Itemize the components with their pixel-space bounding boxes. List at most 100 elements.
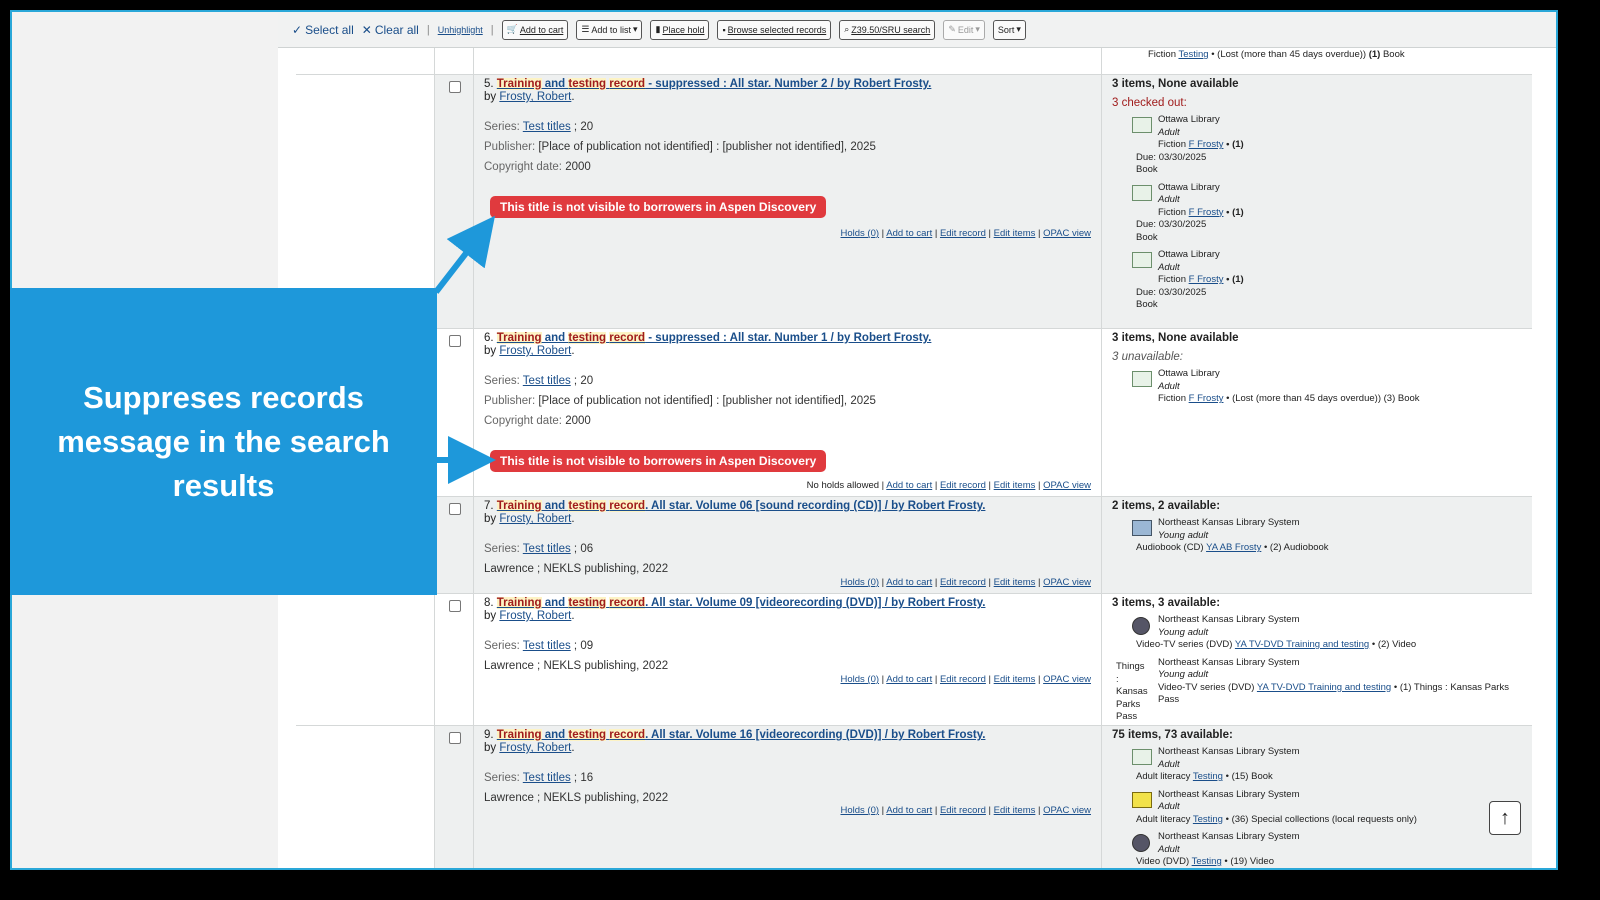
- edit-record-link[interactable]: Edit record: [940, 228, 986, 239]
- opac-view-link[interactable]: OPAC view: [1043, 480, 1091, 491]
- availability-summary: 3 items, None available: [1112, 78, 1239, 90]
- book-icon: [1132, 371, 1152, 387]
- select-checkbox[interactable]: [449, 335, 461, 347]
- availability-status: 3 unavailable:: [1112, 351, 1183, 363]
- series-link[interactable]: Test titles: [523, 640, 571, 652]
- edit-items-link[interactable]: Edit items: [994, 480, 1036, 491]
- call-number-link[interactable]: F Frosty: [1189, 274, 1224, 285]
- holds-link[interactable]: Holds (0): [840, 228, 879, 239]
- edit-record-link[interactable]: Edit record: [940, 674, 986, 685]
- holding-item: Northeast Kansas Library System Adult Ad…: [1112, 789, 1522, 827]
- edit-items-link[interactable]: Edit items: [994, 805, 1036, 816]
- add-to-cart-link[interactable]: Add to cart: [886, 805, 932, 816]
- holding-item: Northeast Kansas Library System Young ad…: [1158, 656, 1509, 706]
- table-row: 5. Training and testing record - suppres…: [296, 74, 1532, 328]
- series-link[interactable]: Test titles: [523, 772, 571, 784]
- author-link[interactable]: Frosty, Robert: [499, 610, 571, 622]
- add-to-cart-link[interactable]: Add to cart: [886, 577, 932, 588]
- author-link[interactable]: Frosty, Robert: [499, 345, 571, 357]
- unhighlight-link[interactable]: Unhighlight: [438, 25, 483, 35]
- edit-record-link[interactable]: Edit record: [940, 480, 986, 491]
- call-number-link[interactable]: YA TV-DVD Training and testing: [1235, 639, 1369, 650]
- edit-record-link[interactable]: Edit record: [940, 577, 986, 588]
- table-row: 7. Training and testing record. All star…: [296, 496, 1532, 593]
- book-icon: [1132, 184, 1152, 201]
- series-link[interactable]: Test titles: [523, 543, 571, 555]
- edit-items-link[interactable]: Edit items: [994, 674, 1036, 685]
- author-link[interactable]: Frosty, Robert: [499, 91, 571, 103]
- select-checkbox[interactable]: [449, 732, 461, 744]
- clear-all-link[interactable]: ✕ Clear all: [362, 23, 419, 37]
- series-link[interactable]: Test titles: [523, 121, 571, 133]
- holds-link[interactable]: Holds (0): [840, 577, 879, 588]
- add-to-cart-link[interactable]: Add to cart: [886, 228, 932, 239]
- suppressed-warning-badge: This title is not visible to borrowers i…: [490, 450, 827, 472]
- select-checkbox[interactable]: [449, 81, 461, 93]
- call-number-link[interactable]: YA TV-DVD Training and testing: [1257, 682, 1391, 693]
- author-link[interactable]: Frosty, Robert: [499, 513, 571, 525]
- bookmark-icon: ▮: [655, 24, 661, 34]
- edit-dropdown[interactable]: ✎ Edit ▾: [943, 19, 985, 40]
- record-actions: No holds allowed | Add to cart | Edit re…: [806, 480, 1091, 491]
- dvd-icon: [1132, 617, 1150, 635]
- author-link[interactable]: Frosty, Robert: [499, 742, 571, 754]
- call-number-link[interactable]: F Frosty: [1189, 393, 1224, 404]
- record-title-link[interactable]: Training and testing record - suppressed…: [496, 332, 931, 344]
- record-title-link[interactable]: Training and testing record. All star. V…: [496, 729, 985, 741]
- call-number-link[interactable]: Testing: [1193, 814, 1223, 825]
- availability-status: 3 checked out:: [1112, 97, 1187, 109]
- record-title-link[interactable]: Training and testing record. All star. V…: [496, 597, 985, 609]
- holding-item: Northeast Kansas Library System Young ad…: [1112, 614, 1522, 652]
- call-number-link[interactable]: F Frosty: [1189, 207, 1224, 218]
- holds-link[interactable]: Holds (0): [840, 674, 879, 685]
- call-number-link[interactable]: YA AB Frosty: [1206, 542, 1261, 553]
- book-icon: [1132, 749, 1152, 765]
- record-title-link[interactable]: Training and testing record - suppressed…: [496, 78, 931, 90]
- back-to-top-button[interactable]: ↑: [1489, 801, 1521, 835]
- record-actions: Holds (0) | Add to cart | Edit record | …: [840, 228, 1091, 239]
- call-number-link[interactable]: Testing: [1178, 49, 1208, 60]
- series-link[interactable]: Test titles: [523, 375, 571, 387]
- place-hold-button[interactable]: ▮ Place hold: [650, 19, 710, 40]
- browse-selected-button[interactable]: ▪ Browse selected records: [717, 19, 832, 40]
- holding-item: Northeast Kansas Library System Adult Vi…: [1112, 831, 1522, 868]
- opac-view-link[interactable]: OPAC view: [1043, 577, 1091, 588]
- edit-record-link[interactable]: Edit record: [940, 805, 986, 816]
- audio-cd-icon: [1132, 520, 1152, 536]
- availability-summary: 75 items, 73 available:: [1112, 729, 1233, 741]
- record-title-link[interactable]: Training and testing record. All star. V…: [496, 500, 985, 512]
- holding-item: Ottawa Library Adult Fiction F Frosty • …: [1112, 182, 1522, 245]
- select-checkbox[interactable]: [449, 600, 461, 612]
- sort-dropdown[interactable]: Sort ▾: [992, 19, 1026, 40]
- select-all-link[interactable]: ✓ Select all: [292, 23, 354, 37]
- availability-summary: 3 items, None available: [1112, 332, 1239, 344]
- call-number-link[interactable]: Testing: [1193, 771, 1223, 782]
- call-number-link[interactable]: Testing: [1192, 856, 1222, 867]
- holds-link[interactable]: Holds (0): [840, 805, 879, 816]
- table-row: 6. Training and testing record - suppres…: [296, 328, 1532, 496]
- select-checkbox[interactable]: [449, 503, 461, 515]
- call-number-link[interactable]: F Frosty: [1189, 139, 1224, 150]
- add-to-cart-link[interactable]: Add to cart: [886, 480, 932, 491]
- stray-item-type: Things : Kansas Parks Pass: [1116, 661, 1148, 722]
- availability-summary: 3 items, 3 available:: [1112, 597, 1221, 609]
- edit-items-link[interactable]: Edit items: [994, 577, 1036, 588]
- holding-item: Ottawa Library Adult Fiction F Frosty • …: [1112, 114, 1522, 177]
- opac-view-link[interactable]: OPAC view: [1043, 674, 1091, 685]
- availability-summary: 2 items, 2 available:: [1112, 500, 1221, 512]
- pencil-icon: ✎: [948, 24, 956, 34]
- add-to-cart-link[interactable]: Add to cart: [886, 674, 932, 685]
- opac-view-link[interactable]: OPAC view: [1043, 805, 1091, 816]
- add-to-cart-button[interactable]: 🛒 Add to cart: [501, 19, 569, 40]
- table-row: 8. Training and testing record. All star…: [296, 593, 1532, 725]
- add-to-list-button[interactable]: ☰ Add to list ▾: [576, 19, 643, 40]
- opac-view-link[interactable]: OPAC view: [1043, 228, 1091, 239]
- list-icon: ☰: [581, 24, 590, 34]
- holding-item: Northeast Kansas Library System Young ad…: [1112, 517, 1522, 555]
- record-actions: Holds (0) | Add to cart | Edit record | …: [840, 577, 1091, 588]
- edit-items-link[interactable]: Edit items: [994, 228, 1036, 239]
- open-book-icon: [1132, 791, 1152, 808]
- search-results-content: ✓ Select all ✕ Clear all | Unhighlight |…: [278, 12, 1556, 868]
- z3950-search-button[interactable]: ⌕ Z39.50/SRU search: [839, 19, 936, 40]
- no-holds-text: No holds allowed: [806, 480, 880, 491]
